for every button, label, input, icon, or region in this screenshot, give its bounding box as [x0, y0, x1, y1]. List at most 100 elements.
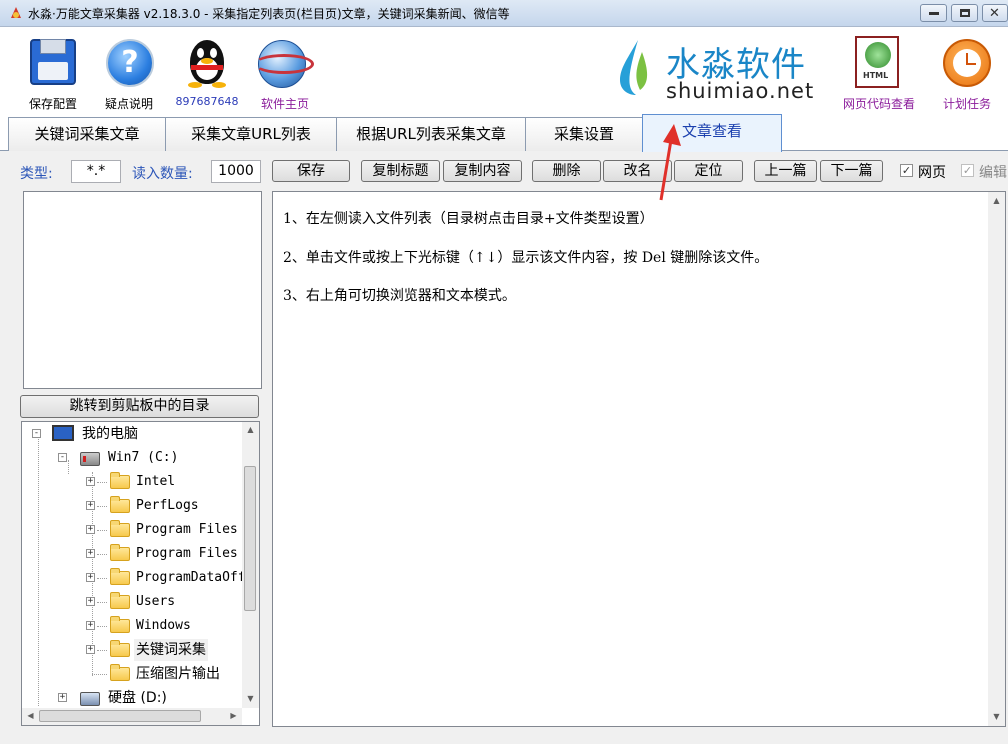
expand-icon[interactable]: +	[58, 693, 67, 702]
folder-icon	[110, 544, 130, 561]
expand-icon[interactable]: +	[86, 621, 95, 630]
type-input[interactable]: *.*	[71, 160, 121, 183]
tree-node-drive-c[interactable]: - Win7 (C:)	[58, 447, 238, 469]
folder-icon	[110, 592, 130, 609]
qq-button[interactable]: 897687648	[170, 32, 244, 112]
tab-keyword-collect[interactable]: 关键词采集文章	[8, 117, 166, 151]
water-drop-icon	[620, 40, 648, 95]
tree-node-label: 硬盘 (D:)	[108, 690, 167, 706]
tree-node-label: Program Files	[136, 546, 238, 561]
jump-to-clipboard-dir-button[interactable]: 跳转到剪贴板中的目录	[20, 395, 259, 418]
edit-label: 编辑	[979, 165, 1007, 181]
homepage-button[interactable]: 软件主页	[248, 32, 322, 112]
help-button[interactable]: ? 疑点说明	[96, 32, 162, 112]
globe-icon	[254, 38, 314, 90]
tree-folder[interactable]: + Program Files	[86, 519, 246, 541]
tree-vertical-scrollbar[interactable]: ▲ ▼	[242, 422, 259, 708]
maximize-icon	[960, 9, 970, 17]
html-file-icon: HTML	[855, 36, 899, 88]
logo-en: shuimiao.net	[666, 79, 815, 103]
copy-content-button[interactable]: 复制内容	[443, 160, 522, 182]
file-list[interactable]	[23, 191, 262, 389]
tree-node-label: Win7 (C:)	[108, 450, 179, 465]
drive-icon	[80, 452, 100, 466]
tree-node-label: ProgramDataOff	[136, 570, 246, 585]
expand-icon[interactable]: +	[86, 645, 95, 654]
tree-folder[interactable]: + PerfLogs	[86, 495, 246, 517]
directory-tree[interactable]: - 我的电脑 - Win7 (C:) + Intel + PerfLogs + …	[21, 421, 260, 726]
expand-icon[interactable]: +	[86, 573, 95, 582]
expand-icon[interactable]: +	[86, 501, 95, 510]
save-config-button[interactable]: 保存配置	[0, 32, 106, 112]
expand-icon[interactable]: +	[86, 525, 95, 534]
save-button[interactable]: 保存	[272, 160, 350, 182]
type-label: 类型:	[20, 166, 53, 182]
scroll-left-icon[interactable]: ◀	[22, 711, 39, 720]
tree-folder[interactable]: + ProgramDataOff	[86, 567, 246, 589]
save-config-label: 保存配置	[28, 97, 78, 111]
app-icon	[11, 7, 21, 18]
folder-icon	[110, 568, 130, 585]
tree-node-label: 压缩图片输出	[136, 666, 220, 682]
tree-line	[38, 436, 39, 706]
tree-folder[interactable]: 压缩图片输出	[86, 663, 246, 685]
collapse-icon[interactable]: -	[58, 453, 67, 462]
status-bar	[0, 728, 1008, 744]
folder-icon	[110, 664, 130, 681]
edit-checkbox[interactable]: ✓	[961, 164, 974, 177]
tree-folder[interactable]: + Intel	[86, 471, 246, 493]
html-viewer-label: 网页代码查看	[842, 97, 916, 111]
webpage-label: 网页	[918, 165, 946, 181]
schedule-label: 计划任务	[942, 97, 992, 111]
folder-icon	[110, 520, 130, 537]
control-row: 类型: *.* 读入数量: 1000 保存 复制标题 复制内容 删除 改名 定位…	[0, 151, 1008, 189]
close-icon: ✕	[989, 6, 1000, 21]
content-vertical-scrollbar[interactable]: ▲ ▼	[988, 192, 1005, 726]
tab-settings[interactable]: 采集设置	[525, 117, 643, 151]
computer-icon	[52, 425, 74, 441]
tree-node-computer[interactable]: - 我的电脑	[32, 423, 232, 445]
prev-button[interactable]: 上一篇	[754, 160, 817, 182]
tree-node-drive-d[interactable]: + 硬盘 (D:)	[58, 687, 238, 709]
scroll-down-icon[interactable]: ▼	[242, 694, 259, 703]
toolbar: 保存配置 ? 疑点说明 897687648 软件主页 水淼软件 shuimiao…	[0, 27, 1008, 113]
minimize-icon	[929, 12, 939, 15]
tree-folder[interactable]: + Windows	[86, 615, 246, 637]
schedule-button[interactable]: 计划任务	[930, 32, 1004, 112]
help-label: 疑点说明	[104, 97, 154, 111]
scroll-right-icon[interactable]: ▶	[225, 711, 242, 720]
scroll-thumb[interactable]	[244, 466, 256, 611]
delete-button[interactable]: 删除	[532, 160, 601, 182]
close-button[interactable]: ✕	[982, 4, 1008, 22]
expand-icon[interactable]: +	[86, 477, 95, 486]
minimize-button[interactable]	[920, 4, 947, 22]
scroll-up-icon[interactable]: ▲	[242, 425, 259, 434]
scroll-thumb[interactable]	[39, 710, 201, 722]
tab-url-list[interactable]: 采集文章URL列表	[165, 117, 337, 151]
maximize-button[interactable]	[951, 4, 978, 22]
article-content-view[interactable]: 1、在左侧读入文件列表（目录树点击目录+文件类型设置） 2、单击文件或按上下光标…	[272, 191, 1006, 727]
html-viewer-button[interactable]: HTML 网页代码查看	[838, 32, 920, 112]
collapse-icon[interactable]: -	[32, 429, 41, 438]
scroll-down-icon[interactable]: ▼	[988, 712, 1005, 721]
copy-title-button[interactable]: 复制标题	[361, 160, 440, 182]
expand-icon[interactable]: +	[86, 597, 95, 606]
homepage-label: 软件主页	[260, 97, 310, 111]
tree-folder[interactable]: + Users	[86, 591, 246, 613]
tree-node-label: Intel	[136, 474, 176, 489]
tab-collect-by-url[interactable]: 根据URL列表采集文章	[336, 117, 526, 151]
window-title: 水淼·万能文章采集器 v2.18.3.0 - 采集指定列表页(栏目页)文章，关键…	[28, 7, 510, 21]
tree-horizontal-scrollbar[interactable]: ◀ ▶	[22, 708, 242, 725]
tree-folder-selected[interactable]: + 关键词采集	[86, 639, 246, 661]
scroll-up-icon[interactable]: ▲	[988, 196, 1005, 205]
help-icon: ?	[106, 39, 154, 87]
expand-icon[interactable]: +	[86, 549, 95, 558]
title-bar: 水淼·万能文章采集器 v2.18.3.0 - 采集指定列表页(栏目页)文章，关键…	[0, 0, 1008, 27]
tree-folder[interactable]: + Program Files	[86, 543, 246, 565]
next-button[interactable]: 下一篇	[820, 160, 883, 182]
tree-node-label: Windows	[136, 618, 191, 633]
count-input[interactable]: 1000	[211, 160, 261, 183]
webpage-checkbox[interactable]: ✓	[900, 164, 913, 177]
folder-icon	[110, 472, 130, 489]
floppy-icon	[30, 39, 76, 85]
